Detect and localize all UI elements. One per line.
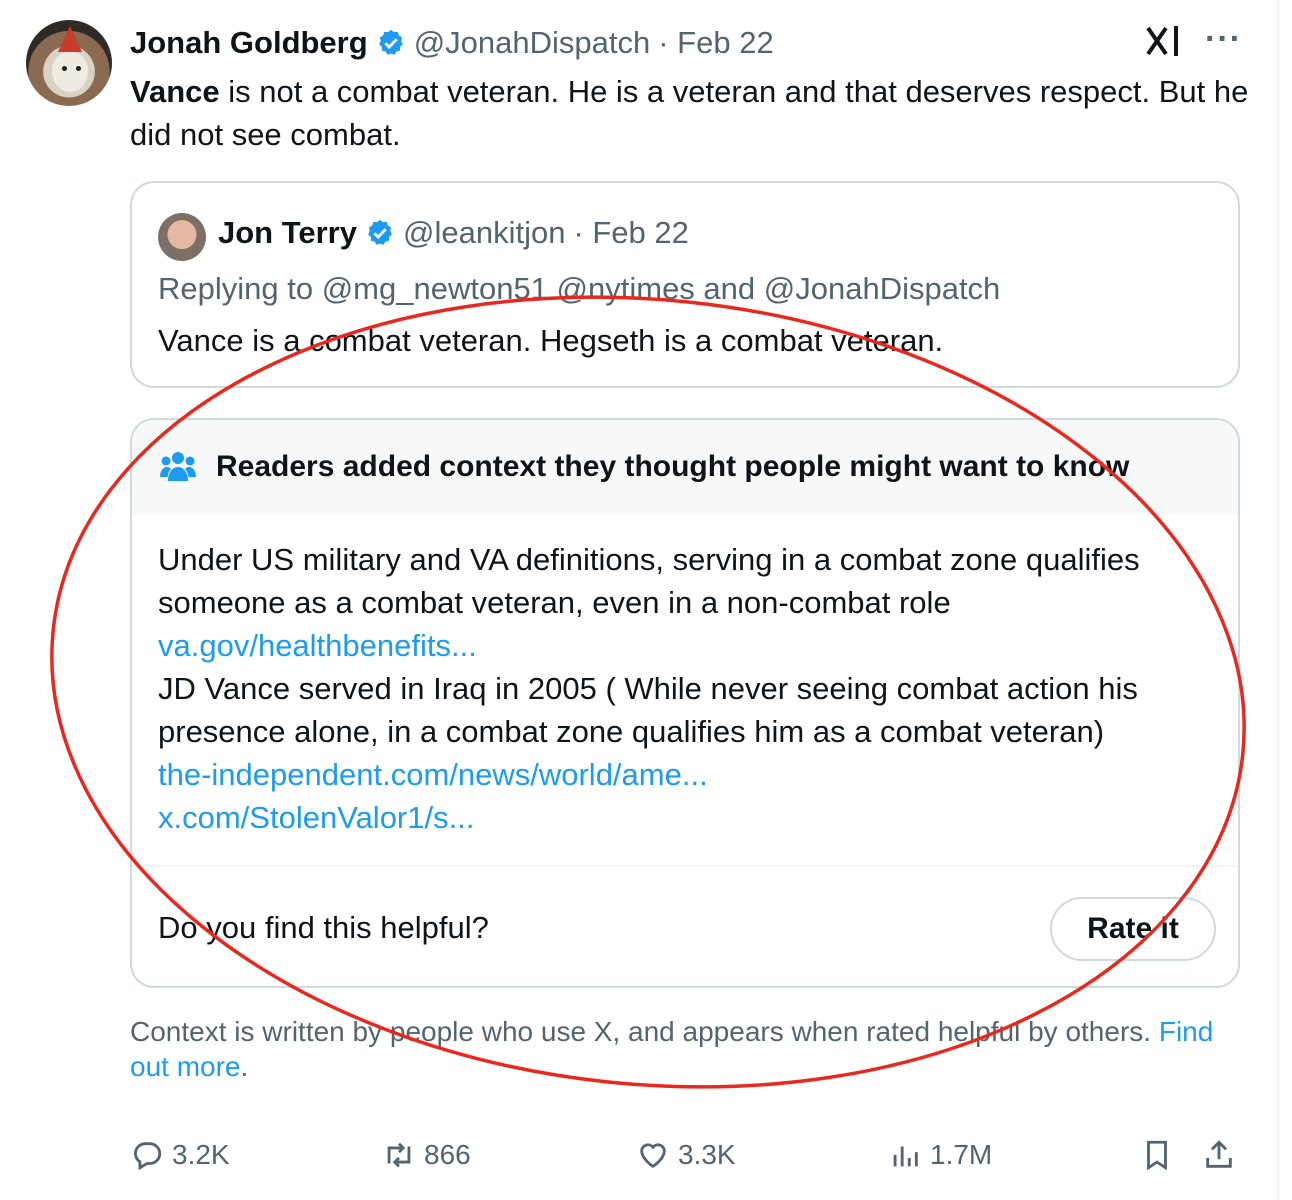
- context-end: .: [240, 1051, 249, 1082]
- note-link[interactable]: x.com/StolenValor1/s...: [158, 800, 474, 835]
- author-name[interactable]: Jonah Goldberg: [130, 25, 368, 61]
- verified-badge-icon: [368, 219, 392, 245]
- note-title: Readers added context they thought peopl…: [216, 450, 1130, 483]
- quote-date[interactable]: · Feb 22: [573, 215, 688, 251]
- tweet-date[interactable]: · Feb 22: [658, 25, 773, 61]
- views-icon: [893, 1146, 918, 1167]
- like-count: 3.3K: [678, 1139, 736, 1170]
- party-hat: [58, 26, 82, 52]
- author-handle[interactable]: @JonahDispatch: [414, 25, 651, 61]
- quote-avatar[interactable]: [158, 213, 206, 261]
- quote-author-name[interactable]: Jon Terry: [218, 215, 357, 251]
- note-header: Readers added context they thought peopl…: [132, 420, 1238, 514]
- reply-icon: [134, 1142, 162, 1171]
- reply-count: 3.2K: [172, 1139, 230, 1170]
- views-button[interactable]: 1.7M: [888, 1138, 992, 1172]
- dog-face: [52, 52, 88, 92]
- avatar[interactable]: [26, 20, 112, 106]
- note-paragraph: Under US military and VA definitions, se…: [158, 542, 1140, 620]
- context-text: Context is written by people who use X, …: [130, 1016, 1159, 1047]
- share-button[interactable]: [1202, 1138, 1236, 1172]
- note-paragraph: JD Vance served in Iraq in 2005 ( While …: [158, 671, 1138, 749]
- quote-text: Vance is a combat veteran. Hegseth is a …: [158, 323, 944, 358]
- note-link[interactable]: va.gov/healthbenefits...: [158, 628, 477, 663]
- grok-logo-icon: [1146, 26, 1178, 56]
- eye: [76, 66, 81, 71]
- tweet-text-rest: is not a combat veteran. He is a veteran…: [130, 74, 1249, 152]
- tweet-text-bold: Vance: [130, 74, 220, 109]
- replying-to: Replying to @mg_newton51 @nytimes and @J…: [158, 271, 1001, 306]
- helpful-question: Do you find this helpful?: [158, 910, 489, 945]
- community-note: Readers added context they thought peopl…: [130, 418, 1240, 988]
- rate-it-button[interactable]: Rate it: [1050, 897, 1216, 961]
- tweet-text: Vance is not a combat veteran. He is a v…: [130, 70, 1250, 156]
- bookmark-icon: [1147, 1140, 1167, 1171]
- note-body: Under US military and VA definitions, se…: [158, 538, 1218, 839]
- repost-icon: [387, 1142, 411, 1168]
- tweet-header: Jonah Goldberg @JonahDispatch · Feb 22: [130, 24, 774, 62]
- context-footer: Context is written by people who use X, …: [130, 1014, 1230, 1084]
- community-icon: [160, 452, 196, 481]
- verified-badge-icon: [378, 29, 403, 55]
- share-icon: [1206, 1140, 1232, 1168]
- like-button[interactable]: 3.3K: [636, 1138, 736, 1172]
- note-link[interactable]: the-independent.com/news/world/ame...: [158, 757, 708, 792]
- like-icon: [640, 1143, 666, 1169]
- right-border: [1277, 0, 1279, 1200]
- quote-author-handle[interactable]: @leankitjon: [403, 215, 565, 251]
- divider: [132, 865, 1238, 867]
- repost-count: 866: [424, 1139, 471, 1170]
- repost-button[interactable]: 866: [382, 1138, 471, 1172]
- action-bar: 3.2K 866 3.3K 1.7M: [130, 1138, 1250, 1180]
- grok-icon[interactable]: [1146, 24, 1182, 66]
- quote-header: Jon Terry @leankitjon · Feb 22: [218, 215, 689, 251]
- reply-button[interactable]: 3.2K: [130, 1138, 230, 1172]
- more-icon[interactable]: ···: [1205, 20, 1242, 59]
- eye: [62, 66, 67, 71]
- views-count: 1.7M: [930, 1139, 993, 1170]
- quoted-tweet[interactable]: Jon Terry @leankitjon · Feb 22 Replying …: [130, 181, 1240, 388]
- bookmark-button[interactable]: [1140, 1138, 1174, 1172]
